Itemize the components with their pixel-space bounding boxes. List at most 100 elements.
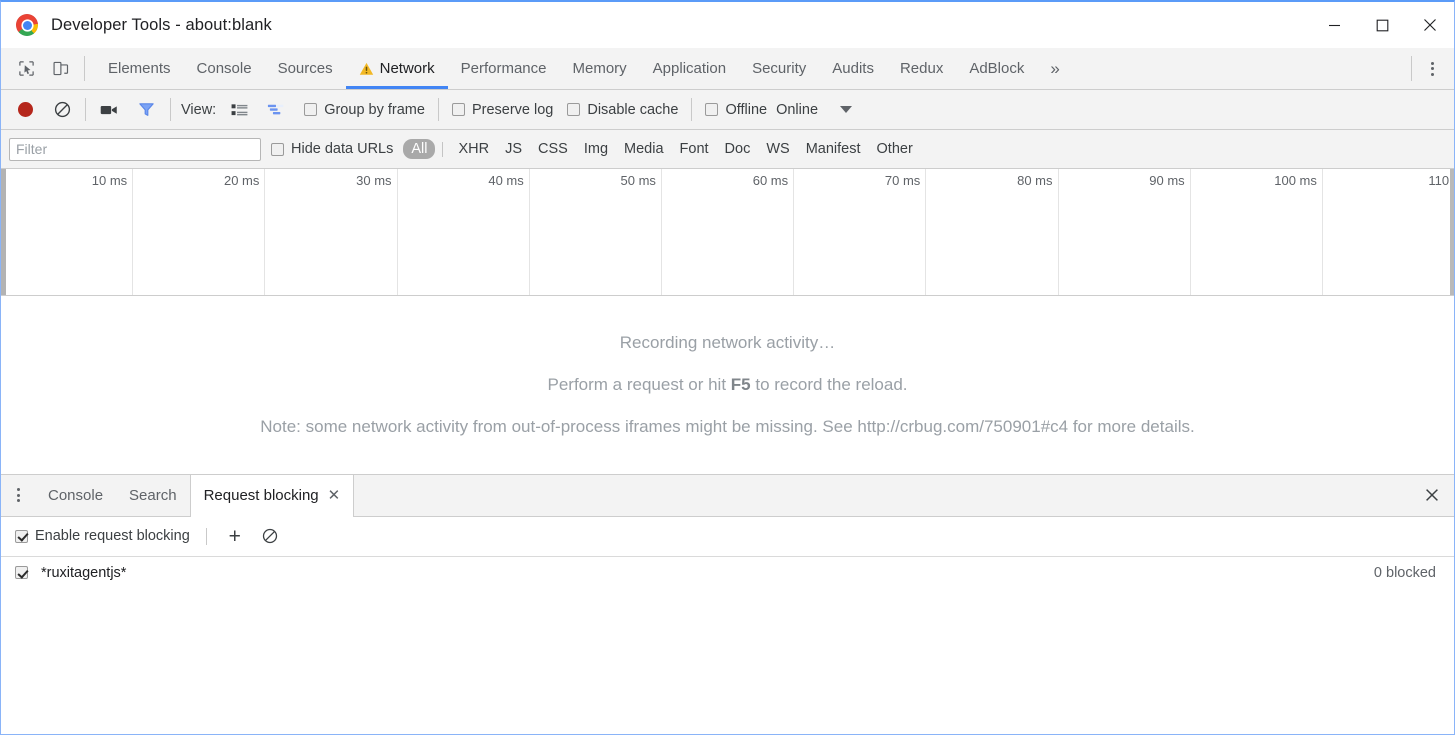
pattern-enabled-checkbox[interactable]	[15, 566, 28, 579]
window-title: Developer Tools - about:blank	[51, 15, 272, 34]
tab-network[interactable]: Network	[345, 48, 448, 89]
timeline-tick-label: 40 ms	[488, 173, 524, 188]
drawer-tab-request-blocking[interactable]: Request blocking ✕	[189, 474, 355, 517]
checkbox-box	[567, 103, 581, 116]
tab-performance[interactable]: Performance	[448, 48, 560, 89]
perform-request-suffix: to record the reload.	[750, 374, 908, 394]
panel-tabs: Elements Console Sources Network Perform…	[95, 48, 1405, 89]
tab-memory[interactable]: Memory	[560, 48, 640, 89]
timeline-tick: 20 ms	[133, 169, 266, 295]
tab-redux[interactable]: Redux	[887, 48, 956, 89]
list-view-icon	[231, 103, 248, 115]
toolbar-divider	[85, 98, 86, 121]
drawer-tab-console[interactable]: Console	[35, 475, 116, 516]
drawer-tab-strip: Console Search Request blocking ✕	[1, 474, 1454, 517]
timeline-tick: 80 ms	[926, 169, 1059, 295]
filter-divider	[442, 141, 444, 157]
add-pattern-button[interactable]: +	[223, 524, 247, 548]
drawer-tab-search[interactable]: Search	[116, 475, 190, 516]
drawer-close-button[interactable]	[1410, 475, 1454, 515]
drawer-menu-button[interactable]	[1, 475, 35, 516]
group-by-frame-label: Group by frame	[324, 101, 425, 118]
throttling-value[interactable]: Online	[776, 102, 818, 118]
network-empty-state: Recording network activity… Perform a re…	[1, 296, 1454, 475]
network-timeline-overview[interactable]: 10 ms 20 ms 30 ms 40 ms 50 ms 60 ms 70 m…	[1, 169, 1454, 296]
group-by-frame-checkbox[interactable]: Group by frame	[304, 102, 425, 118]
capture-screenshots-button[interactable]	[95, 96, 123, 124]
timeline-left-handle[interactable]	[1, 169, 6, 295]
toolbar-divider	[84, 56, 85, 81]
timeline-tick: 100 ms	[1191, 169, 1323, 295]
tab-label: Network	[379, 60, 435, 77]
enable-request-blocking-checkbox[interactable]: Enable request blocking	[15, 528, 190, 544]
filter-button[interactable]	[132, 96, 160, 124]
camera-icon	[100, 105, 117, 114]
checkbox-box	[304, 103, 318, 116]
offline-checkbox[interactable]: Offline	[705, 102, 767, 118]
timeline-tick: 10 ms	[1, 169, 134, 295]
record-button[interactable]	[11, 96, 39, 124]
minimize-button[interactable]	[1310, 2, 1358, 48]
drawer-tab-label: Request blocking	[203, 486, 319, 504]
filter-type-xhr[interactable]: XHR	[450, 139, 497, 159]
perform-request-message: Perform a request or hit F5 to record th…	[547, 375, 907, 395]
filter-type-ws[interactable]: WS	[758, 139, 797, 159]
clear-button[interactable]	[48, 96, 76, 124]
blocked-pattern-row[interactable]: *ruxitagentjs* 0 blocked	[1, 557, 1454, 589]
view-label: View:	[181, 101, 217, 118]
tab-adblock[interactable]: AdBlock	[956, 48, 1037, 89]
filter-type-doc[interactable]: Doc	[717, 139, 759, 159]
device-toolbar-button[interactable]	[46, 55, 74, 83]
tab-elements[interactable]: Elements	[95, 48, 184, 89]
filter-input[interactable]	[9, 137, 261, 161]
close-icon	[1424, 19, 1436, 31]
offline-label: Offline	[725, 101, 768, 118]
tab-application[interactable]: Application	[640, 48, 739, 89]
tab-strip-right	[1405, 48, 1454, 89]
filter-type-all[interactable]: All	[403, 139, 436, 159]
window-close-button[interactable]	[1406, 2, 1454, 48]
throttling-dropdown-button[interactable]	[832, 96, 860, 124]
view-list-button[interactable]	[225, 96, 253, 124]
disable-cache-checkbox[interactable]: Disable cache	[567, 102, 678, 118]
maximize-button[interactable]	[1358, 2, 1406, 48]
filter-type-manifest[interactable]: Manifest	[798, 139, 869, 159]
tab-label: Elements	[108, 60, 171, 77]
tab-audits[interactable]: Audits	[819, 48, 887, 89]
kebab-menu-icon	[1430, 67, 1434, 70]
filter-type-js[interactable]: JS	[497, 139, 530, 159]
timeline-tick-label: 10 ms	[91, 173, 128, 188]
filter-type-img[interactable]: Img	[576, 139, 616, 159]
drawer-tab-close-icon[interactable]: ✕	[328, 488, 341, 503]
window-controls	[1310, 2, 1454, 48]
preserve-log-checkbox[interactable]: Preserve log	[451, 102, 553, 118]
tab-label: Redux	[899, 60, 944, 77]
tab-overflow-button[interactable]: »	[1037, 48, 1072, 89]
remove-all-patterns-button[interactable]	[258, 524, 282, 548]
iframe-note-message: Note: some network activity from out-of-…	[260, 416, 1195, 436]
timeline-right-handle[interactable]	[1450, 169, 1454, 295]
timeline-tick-label: 70 ms	[884, 173, 921, 188]
tab-console[interactable]: Console	[184, 48, 265, 89]
tab-security[interactable]: Security	[739, 48, 819, 89]
checkbox-box	[451, 103, 465, 116]
timeline-tick-label: 50 ms	[620, 173, 656, 188]
filter-type-css[interactable]: CSS	[530, 139, 576, 159]
main-tab-strip: Elements Console Sources Network Perform…	[1, 48, 1454, 90]
kebab-menu-icon	[1430, 61, 1434, 65]
network-toolbar: View: Group by frame Preserve log Disabl…	[1, 90, 1454, 130]
inspect-element-button[interactable]	[12, 55, 40, 83]
record-button-icon	[17, 102, 33, 117]
hide-data-urls-checkbox[interactable]: Hide data URLs	[271, 141, 393, 157]
tab-label: Sources	[277, 60, 333, 77]
title-bar: Developer Tools - about:blank	[1, 2, 1454, 48]
filter-funnel-icon	[138, 103, 154, 116]
main-menu-button[interactable]	[1418, 55, 1446, 83]
filter-type-font[interactable]: Font	[672, 139, 717, 159]
chevron-down-icon	[840, 106, 853, 113]
tab-sources[interactable]: Sources	[265, 48, 346, 89]
view-waterfall-button[interactable]	[262, 96, 290, 124]
tab-label: Memory	[572, 60, 627, 77]
filter-type-media[interactable]: Media	[616, 139, 672, 159]
filter-type-other[interactable]: Other	[869, 139, 921, 159]
